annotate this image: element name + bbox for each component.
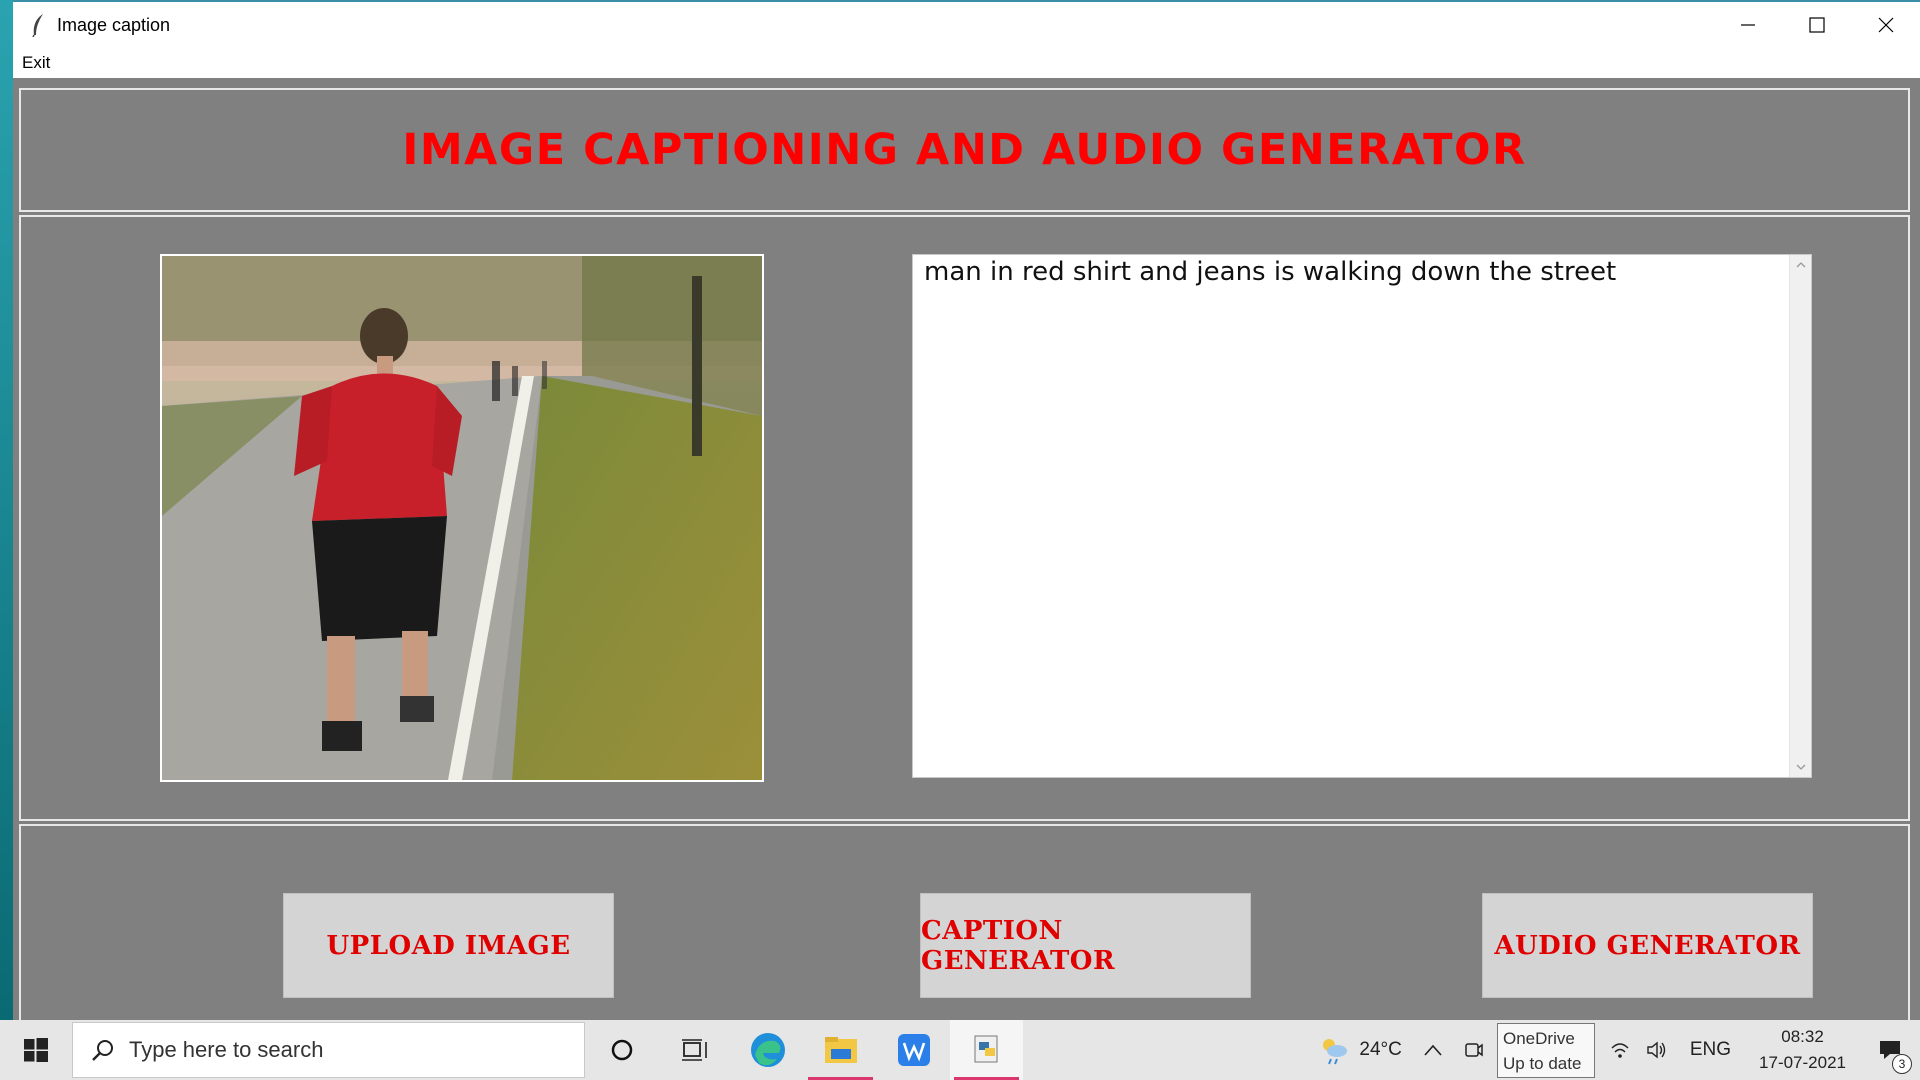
caption-scrollbar[interactable] (1789, 255, 1811, 777)
wifi-icon (1611, 1043, 1629, 1058)
network-button[interactable] (1602, 1020, 1638, 1080)
chevron-down-icon (1796, 764, 1806, 770)
onedrive-tooltip-title: OneDrive (1503, 1029, 1575, 1048)
close-icon (1878, 17, 1893, 33)
close-button[interactable] (1851, 2, 1920, 48)
header-frame: IMAGE CAPTIONING AND AUDIO GENERATOR (19, 88, 1910, 212)
title-bar: Image caption (13, 2, 1920, 48)
chevron-up-icon (1424, 1044, 1442, 1056)
taskbar-edge[interactable] (731, 1020, 804, 1080)
preview-frame: man in red shirt and jeans is walking do… (19, 215, 1910, 821)
minimize-icon (1740, 24, 1755, 26)
window-controls (1713, 2, 1920, 48)
onedrive-tooltip: OneDrive Up to date (1497, 1023, 1595, 1078)
caption-text: man in red shirt and jeans is walking do… (924, 257, 1617, 287)
feather-icon (29, 13, 47, 37)
clock-date: 17-07-2021 (1759, 1053, 1846, 1072)
task-view-icon (681, 1039, 707, 1061)
maximize-icon (1808, 17, 1825, 33)
caption-textbox[interactable]: man in red shirt and jeans is walking do… (912, 254, 1812, 778)
wps-writer-icon (897, 1034, 930, 1066)
page-title: IMAGE CAPTIONING AND AUDIO GENERATOR (402, 125, 1527, 175)
menu-bar: Exit (13, 48, 1920, 78)
meet-now-button[interactable] (1456, 1020, 1492, 1080)
edge-browser-icon (750, 1033, 785, 1067)
cortana-circle-icon (611, 1039, 632, 1061)
action-center-button[interactable]: 3 (1860, 1020, 1920, 1080)
input-language[interactable]: ENG (1676, 1020, 1745, 1080)
taskbar-clock[interactable]: 08:32 17-07-2021 (1745, 1024, 1860, 1076)
upload-image-button[interactable]: UPLOAD IMAGE (283, 893, 614, 998)
actions-frame: UPLOAD IMAGE CAPTION GENERATOR AUDIO GEN… (19, 824, 1910, 1024)
weather-widget[interactable]: 24°C (1309, 1020, 1409, 1080)
cortana-button[interactable] (585, 1020, 658, 1080)
task-view-button[interactable] (658, 1020, 731, 1080)
volume-button[interactable] (1638, 1020, 1676, 1080)
taskbar: Type here to search 24°C ENG 08:32 17-07… (0, 1020, 1920, 1080)
desktop-background (0, 0, 13, 1020)
notification-count-badge: 3 (1892, 1054, 1912, 1074)
main-content: IMAGE CAPTIONING AND AUDIO GENERATOR man… (13, 78, 1920, 1024)
start-button[interactable] (0, 1020, 72, 1080)
chevron-up-icon (1796, 262, 1806, 268)
taskbar-writer[interactable] (877, 1020, 950, 1080)
weather-rain-sun-icon (1323, 1039, 1348, 1065)
scroll-up-button[interactable] (1790, 255, 1812, 275)
weather-temperature: 24°C (1359, 1039, 1402, 1060)
uploaded-image (160, 254, 764, 782)
caption-generator-button[interactable]: CAPTION GENERATOR (920, 893, 1251, 998)
speaker-icon (1647, 1041, 1666, 1059)
camera-icon (1465, 1043, 1483, 1057)
search-placeholder: Type here to search (129, 1037, 324, 1062)
onedrive-tooltip-status: Up to date (1503, 1054, 1582, 1073)
minimize-button[interactable] (1713, 2, 1782, 48)
taskbar-python[interactable] (950, 1020, 1023, 1080)
app-window: Image caption Exit IMAGE CAPTIONING AND … (13, 0, 1920, 1024)
window-title: Image caption (57, 14, 171, 35)
folder-icon (824, 1037, 857, 1063)
runner-photo-icon (162, 256, 762, 780)
show-hidden-icons-button[interactable] (1410, 1020, 1456, 1080)
taskbar-search-box[interactable]: Type here to search (72, 1022, 585, 1078)
system-tray: 24°C ENG 08:32 17-07-2021 3 (1309, 1020, 1920, 1080)
clock-time: 08:32 (1781, 1027, 1824, 1046)
menu-item-exit[interactable]: Exit (13, 53, 59, 73)
audio-generator-button[interactable]: AUDIO GENERATOR (1482, 893, 1813, 998)
search-icon (92, 1040, 113, 1061)
maximize-button[interactable] (1782, 2, 1851, 48)
taskbar-file-explorer[interactable] (804, 1020, 877, 1080)
windows-logo-icon (24, 1038, 48, 1062)
scroll-down-button[interactable] (1790, 757, 1812, 777)
python-feather-icon (974, 1035, 997, 1063)
